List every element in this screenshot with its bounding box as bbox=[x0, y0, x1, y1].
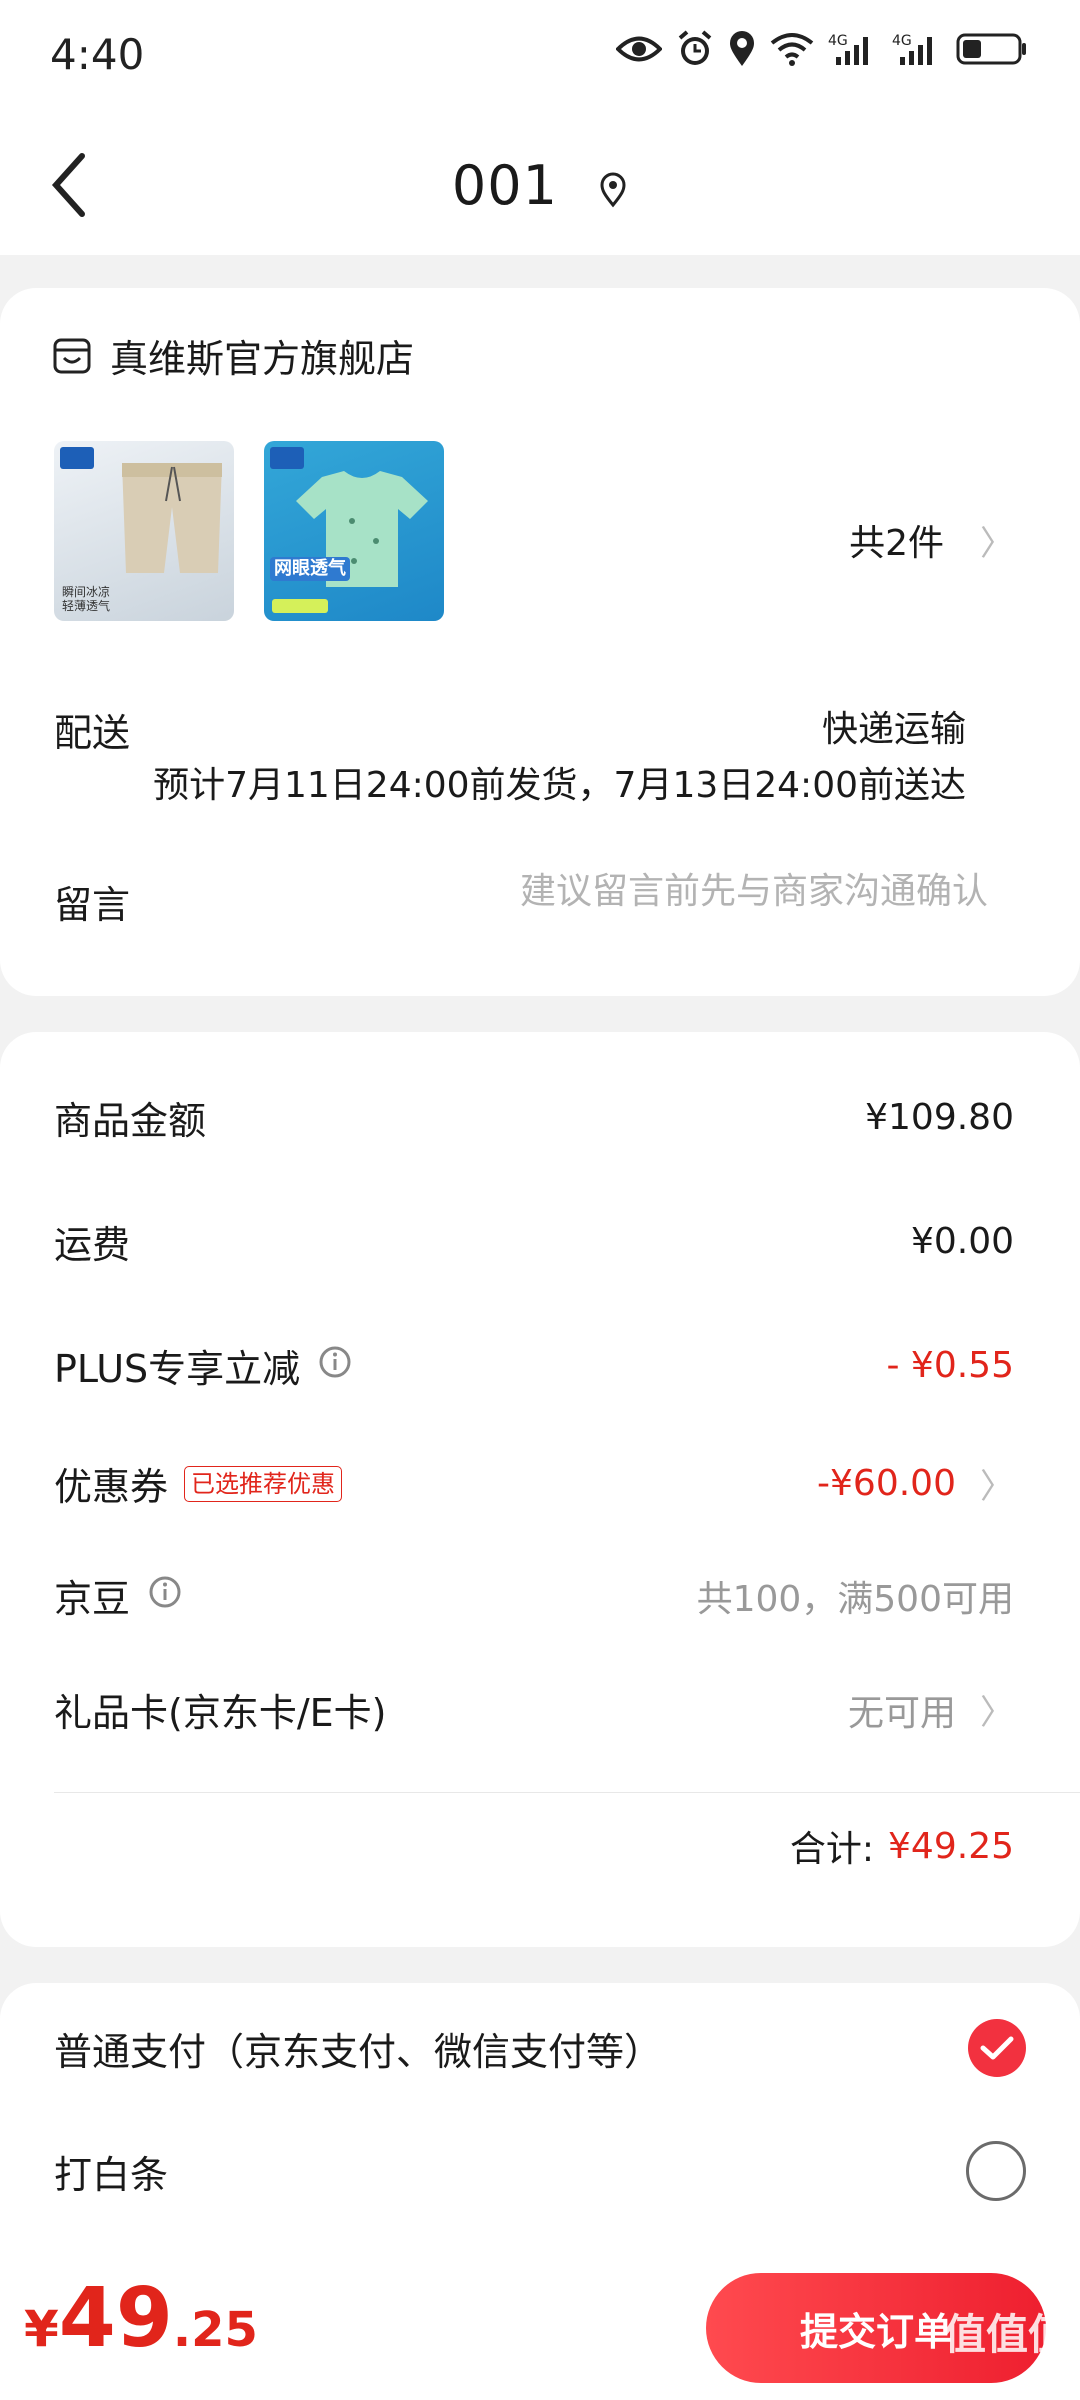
total-label: 合计: bbox=[789, 1829, 875, 1870]
location-pin-icon bbox=[730, 31, 754, 66]
signal-4g-icon-1: 4G bbox=[828, 33, 868, 65]
giftcard-row[interactable]: 礼品卡(京东卡/E卡) 无可用 〉 bbox=[54, 1682, 1014, 1737]
status-bar: 4:40 4G 4G bbox=[0, 0, 1080, 120]
wifi-icon bbox=[770, 33, 814, 66]
goods-amount-row: 商品金额 ¥109.80 bbox=[54, 1090, 1014, 1145]
price-integer: 49 bbox=[58, 2271, 173, 2366]
summary-divider bbox=[54, 1792, 1080, 1793]
payment-option-standard-label: 普通支付（京东支付、微信支付等） bbox=[54, 2029, 663, 2074]
thumbnail-caption: 瞬间冰凉 轻薄透气 bbox=[62, 585, 111, 613]
order-items-card: 真维斯官方旗舰店 瞬间冰凉 轻薄透气 网眼透气 共2件 〉 配送 快递运输 预计7… bbox=[0, 288, 1080, 996]
plus-discount-row: PLUS专享立减 - ¥0.55 bbox=[54, 1338, 1014, 1393]
radio-empty-icon[interactable] bbox=[966, 2141, 1026, 2201]
giftcard-label: 礼品卡(京东卡/E卡) bbox=[54, 1691, 387, 1735]
alarm-icon bbox=[678, 30, 712, 65]
brand-logo bbox=[60, 447, 94, 469]
status-time: 4:40 bbox=[50, 30, 145, 79]
payment-option-baitiao[interactable]: 打白条 bbox=[54, 2141, 1026, 2201]
product-thumbnail-tshirt[interactable]: 网眼透气 bbox=[264, 441, 444, 621]
jingdou-row: 京豆 共100，满500可用 bbox=[54, 1568, 1014, 1623]
jingdou-label: 京豆 bbox=[54, 1577, 131, 1621]
checkmark-radio-icon[interactable] bbox=[968, 2019, 1026, 2077]
payment-option-standard[interactable]: 普通支付（京东支付、微信支付等） bbox=[54, 2019, 1026, 2077]
price-decimal: .25 bbox=[172, 2302, 258, 2358]
chevron-right-icon: 〉 bbox=[980, 1467, 1014, 1507]
product-thumbnail-shorts[interactable]: 瞬间冰凉 轻薄透气 bbox=[54, 441, 234, 621]
plus-discount-label: PLUS专享立减 bbox=[54, 1347, 301, 1391]
chevron-right-icon: 〉 bbox=[980, 523, 1014, 564]
item-count-label: 共2件 bbox=[849, 523, 944, 564]
battery-icon bbox=[956, 33, 1026, 65]
page-title[interactable]: 001 bbox=[0, 154, 1080, 221]
shipping-value: ¥0.00 bbox=[910, 1221, 1014, 1262]
status-icons: 4G 4G bbox=[616, 30, 1028, 68]
total-value: ¥49.25 bbox=[888, 1825, 1014, 1867]
signal-4g-label-2: 4G bbox=[892, 33, 912, 49]
total-row: 合计: ¥49.25 bbox=[54, 1820, 1014, 1872]
message-input[interactable] bbox=[426, 862, 990, 920]
delivery-label: 配送 bbox=[54, 711, 131, 755]
nav-bar: 001 bbox=[0, 120, 1080, 255]
bottom-checkout-bar: ¥ 49 .25 提交订单 值值值 bbox=[0, 2253, 1080, 2400]
brand-logo-2 bbox=[270, 447, 304, 469]
item-count-button[interactable]: 共2件 〉 bbox=[849, 514, 1014, 566]
location-marker-icon bbox=[598, 158, 628, 221]
delivery-method[interactable]: 快递运输 bbox=[822, 700, 966, 752]
coupon-row[interactable]: 优惠券 已选推荐优惠 -¥60.00 〉 bbox=[54, 1456, 1014, 1511]
chevron-right-icon: 〉 bbox=[980, 1693, 1014, 1733]
message-label: 留言 bbox=[54, 883, 131, 927]
coupon-label: 优惠券 bbox=[54, 1465, 169, 1509]
coupon-badge: 已选推荐优惠 bbox=[184, 1465, 343, 1502]
info-icon[interactable] bbox=[148, 1574, 182, 1618]
signal-4g-label: 4G bbox=[828, 33, 848, 49]
payment-option-baitiao-label: 打白条 bbox=[54, 2152, 169, 2197]
total-price-display: ¥ 49 .25 bbox=[24, 2271, 258, 2366]
store-name: 真维斯官方旗舰店 bbox=[110, 337, 415, 381]
goods-amount-value: ¥109.80 bbox=[865, 1097, 1014, 1138]
store-icon bbox=[53, 338, 91, 373]
watermark: 值值值 bbox=[943, 2310, 1070, 2359]
shipping-label: 运费 bbox=[54, 1223, 131, 1267]
thumbnail-tag: 网眼透气 bbox=[270, 557, 350, 581]
price-summary-card: 商品金额 ¥109.80 运费 ¥0.00 PLUS专享立减 - ¥0.55 优… bbox=[0, 1032, 1080, 1947]
signal-4g-icon-2: 4G bbox=[892, 33, 932, 65]
plus-discount-value: - ¥0.55 bbox=[886, 1345, 1015, 1386]
address-name: 001 bbox=[451, 154, 558, 217]
shorts-image bbox=[122, 463, 222, 573]
info-icon[interactable] bbox=[318, 1344, 352, 1388]
price-currency: ¥ bbox=[24, 2300, 59, 2358]
store-header[interactable]: 真维斯官方旗舰店 bbox=[52, 328, 414, 383]
delivery-eta: 预计7月11日24:00前发货，7月13日24:00前送达 bbox=[153, 765, 966, 806]
goods-amount-label: 商品金额 bbox=[54, 1099, 207, 1143]
eye-icon bbox=[616, 36, 662, 62]
coupon-value: -¥60.00 bbox=[817, 1463, 956, 1504]
shipping-row: 运费 ¥0.00 bbox=[54, 1214, 1014, 1269]
payment-method-card: 普通支付（京东支付、微信支付等） 打白条 bbox=[0, 1983, 1080, 2253]
jingdou-value: 共100，满500可用 bbox=[696, 1578, 1014, 1620]
giftcard-value: 无可用 bbox=[847, 1692, 956, 1734]
thumbnail-tag-strip bbox=[272, 599, 328, 613]
